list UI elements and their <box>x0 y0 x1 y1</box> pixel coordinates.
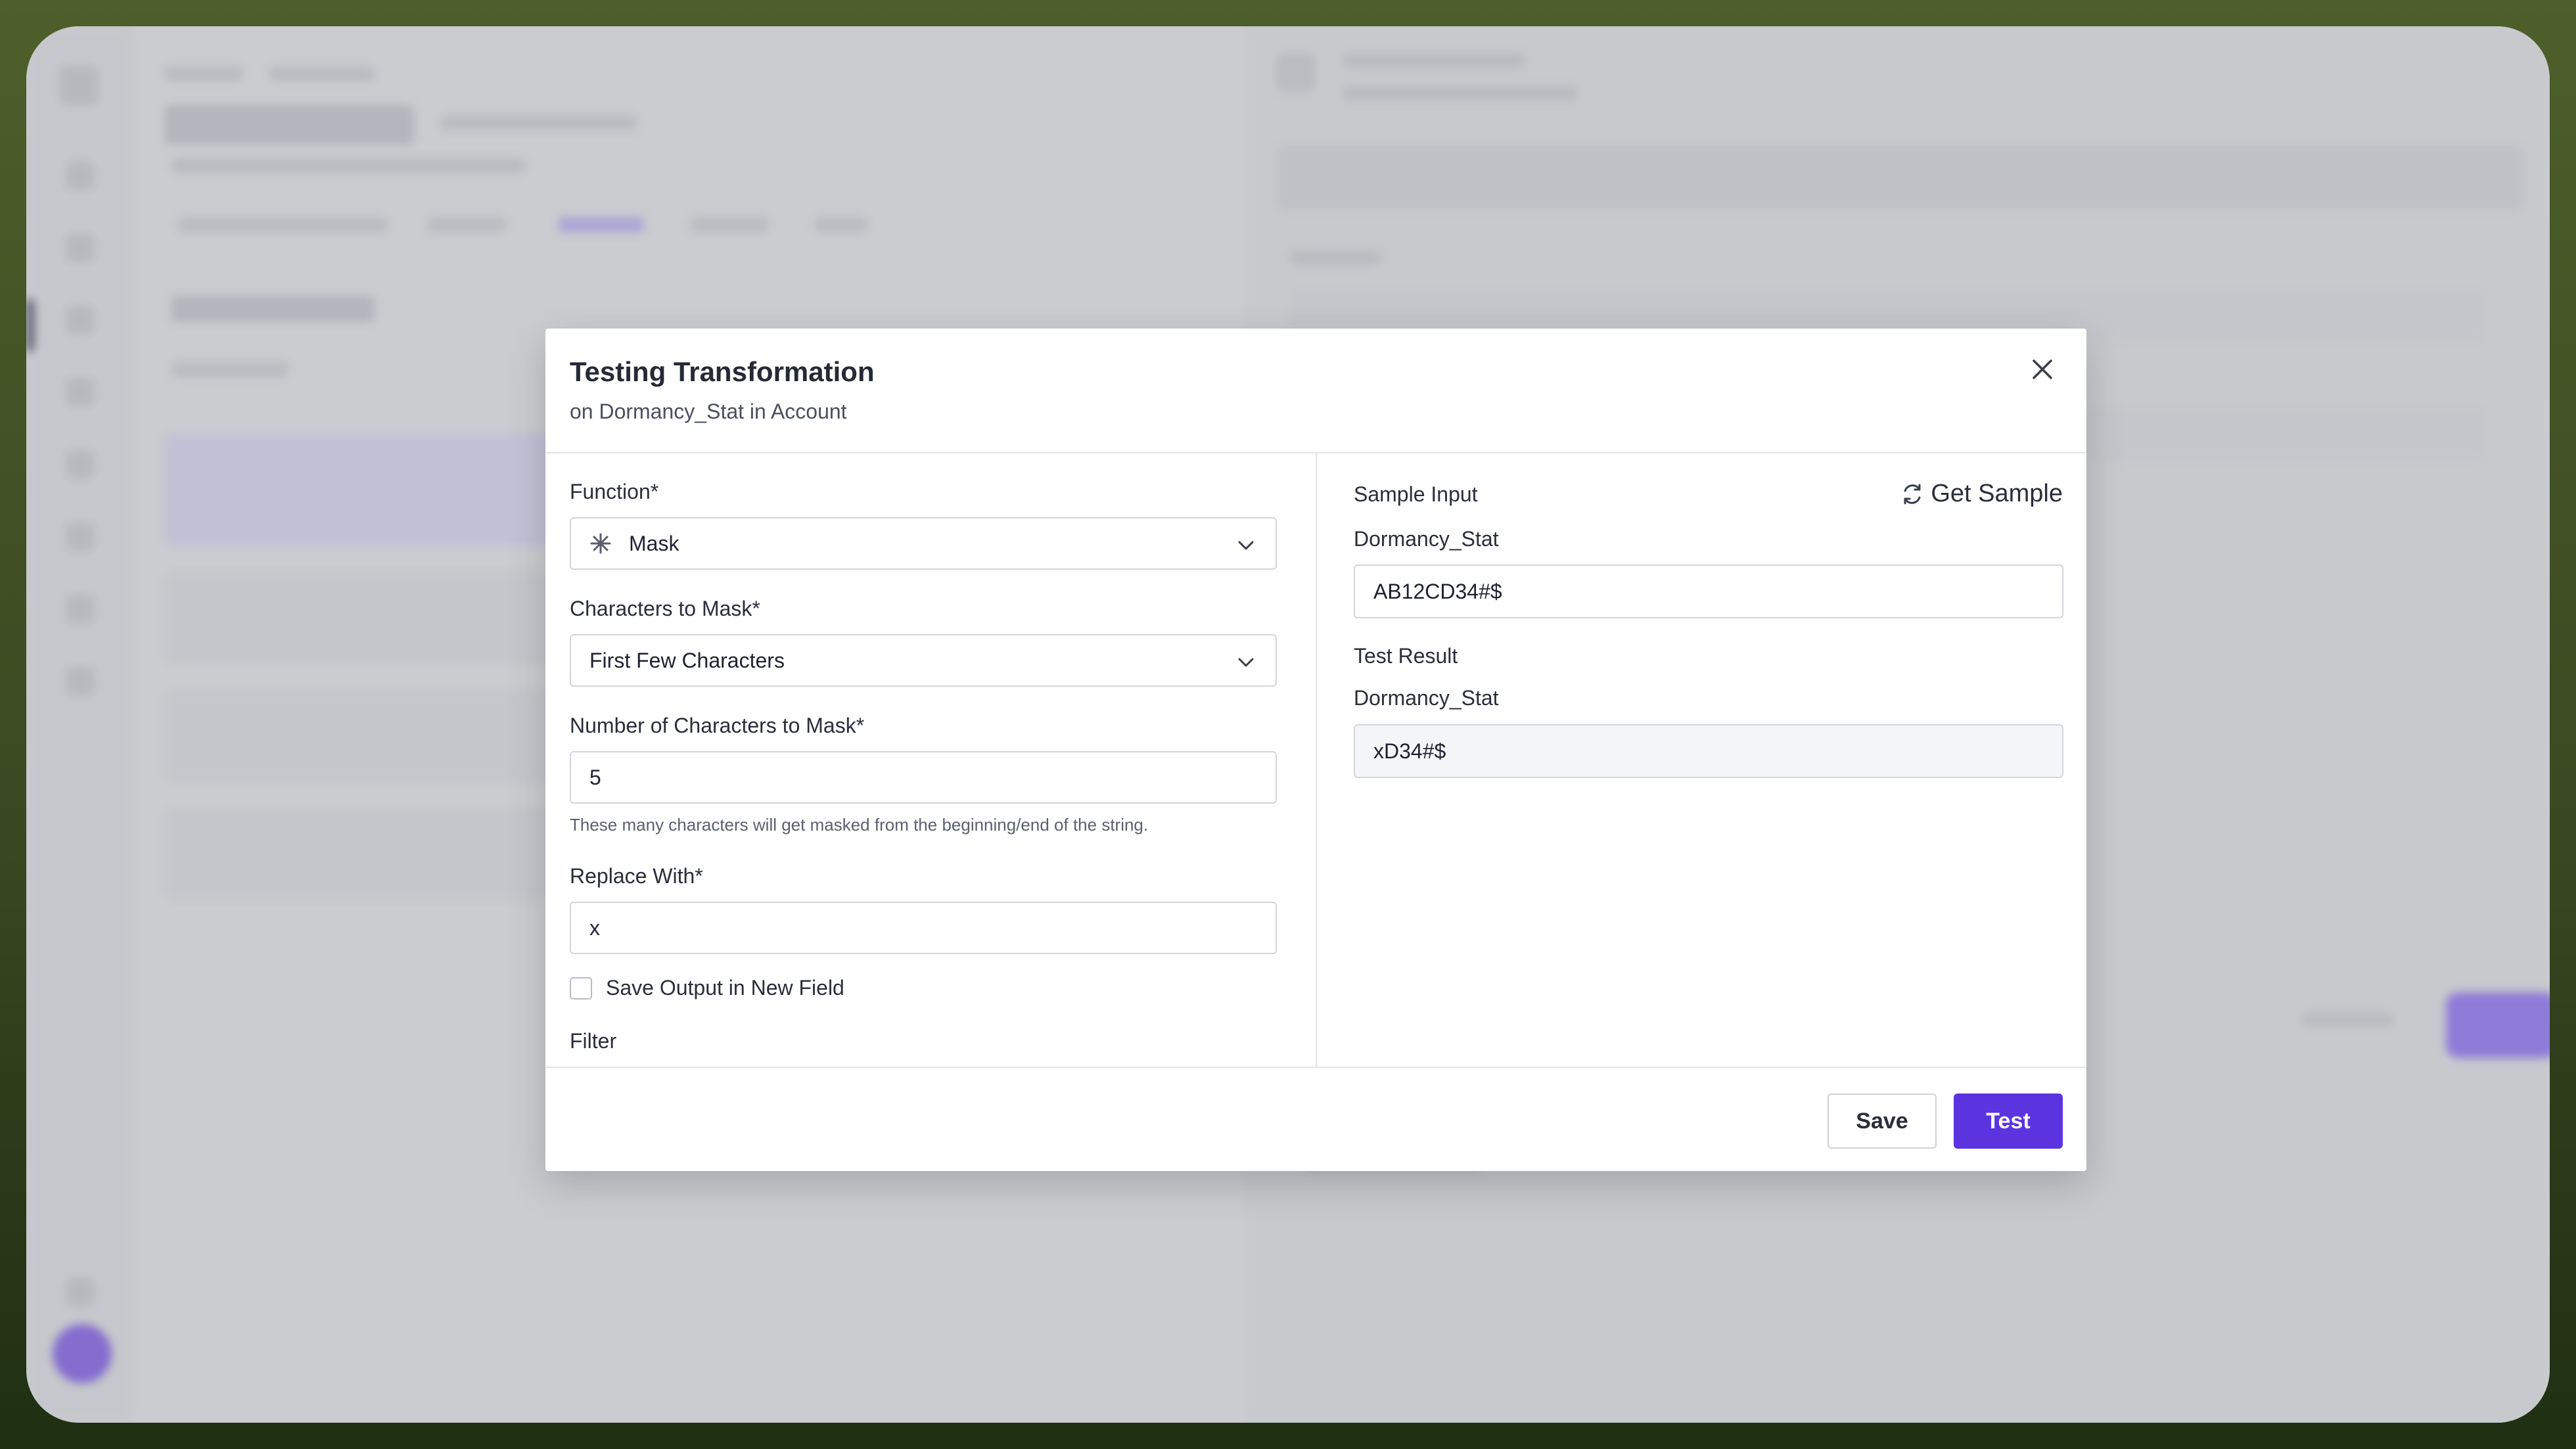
save-output-checkbox[interactable] <box>570 977 592 1000</box>
characters-to-mask-select[interactable]: First Few Characters <box>570 634 1277 687</box>
test-result-field: xD34#$ <box>1354 724 2063 778</box>
function-label: Function* <box>570 480 659 503</box>
close-icon <box>2033 359 2052 379</box>
number-of-characters-helper: These many characters will get masked fr… <box>570 815 1149 835</box>
test-button[interactable]: Test <box>1954 1093 2063 1149</box>
dialog-title: Testing Transformation <box>570 356 875 387</box>
replace-with-label: Replace With* <box>570 864 703 888</box>
function-value: Mask <box>629 531 679 555</box>
sample-input-label: Sample Input <box>1354 482 1478 506</box>
get-sample-label: Get Sample <box>1931 480 2063 507</box>
function-select[interactable]: Mask <box>570 517 1277 570</box>
result-field-label: Dormancy_Stat <box>1354 686 1499 710</box>
dialog-header: Testing Transformation on Dormancy_Stat … <box>545 329 2086 453</box>
save-output-label: Save Output in New Field <box>606 976 844 1000</box>
sample-input-field[interactable]: AB12CD34#$ <box>1354 564 2063 618</box>
number-of-characters-value: 5 <box>589 765 601 789</box>
filter-label: Filter <box>570 1029 617 1053</box>
number-of-characters-input[interactable]: 5 <box>570 751 1277 804</box>
close-button[interactable] <box>2023 350 2062 389</box>
get-sample-button[interactable]: Get Sample <box>1900 480 2063 508</box>
testing-transformation-dialog: Testing Transformation on Dormancy_Stat … <box>545 329 2086 1171</box>
number-of-characters-label: Number of Characters to Mask* <box>570 714 865 737</box>
app-frame: Testing Transformation on Dormancy_Stat … <box>26 26 2550 1423</box>
chevron-down-icon <box>1238 541 1254 550</box>
test-panel: Sample Input Get Sample Dormancy_Stat AB… <box>1317 453 2086 1067</box>
sample-input-value: AB12CD34#$ <box>1373 579 1502 603</box>
replace-with-input[interactable]: x <box>570 902 1277 954</box>
refresh-icon <box>1904 484 1921 504</box>
transformation-form: Function* Mask Characters to Mask* First… <box>545 453 1317 1067</box>
characters-to-mask-label: Characters to Mask* <box>570 597 760 620</box>
dialog-subtitle: on Dormancy_Stat in Account <box>570 400 847 423</box>
test-result-label: Test Result <box>1354 644 1458 668</box>
replace-with-value: x <box>589 915 600 940</box>
characters-to-mask-value: First Few Characters <box>589 648 785 672</box>
dialog-footer: Save Test <box>545 1067 2086 1171</box>
asterisk-icon <box>590 533 611 554</box>
save-button[interactable]: Save <box>1828 1093 1937 1149</box>
test-result-value: xD34#$ <box>1373 739 1446 763</box>
sample-field-label: Dormancy_Stat <box>1354 527 1499 551</box>
chevron-down-icon <box>1238 658 1254 667</box>
